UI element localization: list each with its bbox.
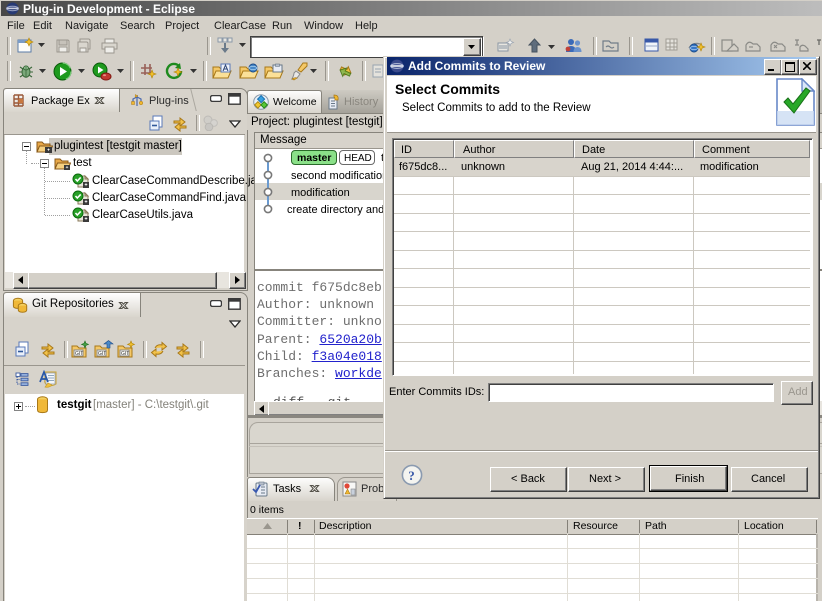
svg-text:GIT: GIT xyxy=(75,351,83,357)
svg-text:GIT: GIT xyxy=(121,351,129,357)
svg-text:GIT: GIT xyxy=(98,351,106,357)
svg-text:?: ? xyxy=(408,468,415,483)
